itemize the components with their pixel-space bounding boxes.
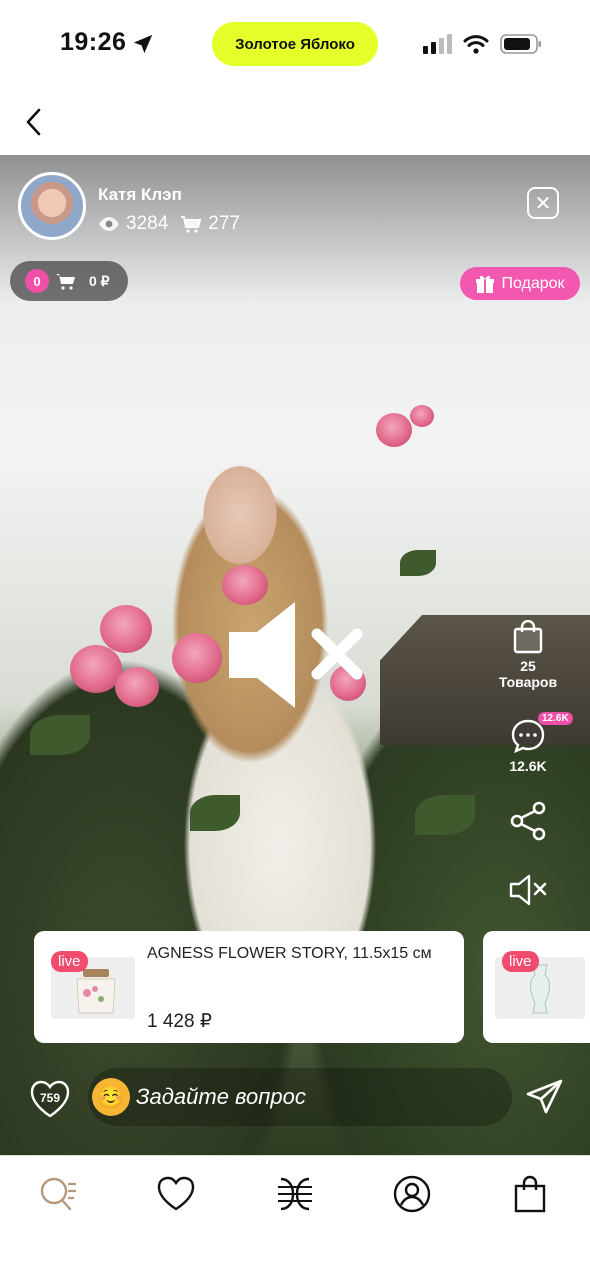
products-label: Товаров (498, 674, 558, 690)
product-card[interactable]: live (483, 931, 590, 1043)
status-bar: 19:26 Золотое Яблоко (0, 0, 590, 88)
live-video[interactable]: Катя Клэп 3284 277 ✕ 0 0 ₽ Подарок 25 То… (0, 155, 590, 1155)
cart-icon (56, 274, 75, 290)
wifi-icon (463, 35, 489, 54)
share-button[interactable] (495, 800, 561, 842)
leaf (190, 795, 240, 831)
product-price: 1 428 ₽ (147, 1011, 212, 1032)
top-nav (0, 88, 590, 155)
rose (115, 667, 159, 707)
products-count: 25 (520, 658, 536, 674)
tab-search-icon[interactable] (38, 1174, 78, 1214)
tab-brand-logo-icon[interactable] (275, 1174, 315, 1214)
rose (222, 565, 268, 605)
gift-label: Подарок (501, 274, 565, 292)
shopping-bag-icon (513, 620, 543, 654)
battery-icon (500, 34, 541, 54)
rose (100, 605, 152, 653)
leaf (400, 550, 436, 576)
status-time: 19:26 (60, 28, 127, 56)
tab-profile-icon[interactable] (392, 1174, 432, 1214)
close-icon: ✕ (534, 192, 552, 215)
product-card[interactable]: live AGNESS FLOWER STORY, 11.5x15 см 1 4… (34, 931, 464, 1043)
live-badge: live (502, 951, 539, 972)
gift-icon (476, 275, 495, 293)
close-stream-button[interactable]: ✕ (527, 187, 559, 219)
gift-button[interactable]: Подарок (460, 267, 580, 300)
chat-bar: 759 ☺️ Задайте вопрос (0, 1065, 590, 1155)
send-icon[interactable] (525, 1077, 565, 1117)
eye-icon (99, 217, 119, 231)
muted-speaker-icon[interactable] (225, 600, 365, 710)
cart-adds-count: 277 (208, 213, 240, 234)
stream-stats: 3284 277 (98, 213, 240, 235)
comments-badge: 12.6K (538, 712, 573, 725)
tab-bar (0, 1155, 590, 1280)
likes-count: 759 (39, 1091, 61, 1105)
product-title: AGNESS FLOWER STORY, 11.5x15 см (147, 945, 432, 962)
products-button[interactable]: 25 Товаров (495, 620, 561, 690)
cart-icon (181, 216, 202, 233)
cart-chip[interactable]: 0 0 ₽ (10, 261, 128, 301)
views-count: 3284 (126, 213, 169, 234)
back-chevron-icon[interactable] (20, 106, 48, 138)
signal-icon (423, 34, 452, 54)
question-placeholder: Задайте вопрос (136, 1084, 306, 1109)
share-icon (510, 801, 546, 841)
live-badge: live (51, 951, 88, 972)
rose (410, 405, 434, 427)
speaker-muted-icon (509, 874, 547, 906)
leaf (415, 795, 475, 835)
tab-cart-bag-icon[interactable] (510, 1174, 550, 1214)
tab-favorites-heart-icon[interactable] (156, 1174, 196, 1214)
host-name[interactable]: Катя Клэп (98, 185, 182, 205)
emoji-button[interactable]: ☺️ (92, 1078, 130, 1116)
cart-count-badge: 0 (25, 269, 49, 293)
rose (376, 413, 412, 447)
leaf (30, 715, 90, 755)
mute-toggle-button[interactable] (495, 873, 561, 907)
location-arrow-icon (133, 34, 153, 54)
cart-total: 0 ₽ (89, 272, 110, 289)
rose (172, 633, 222, 683)
comments-button[interactable]: 12.6K 12.6K (495, 712, 573, 774)
question-input[interactable]: ☺️ Задайте вопрос (88, 1068, 512, 1126)
carrier-pill[interactable]: Золотое Яблоко (212, 22, 378, 66)
comments-count: 12.6K (509, 758, 547, 774)
host-avatar[interactable] (18, 172, 86, 240)
